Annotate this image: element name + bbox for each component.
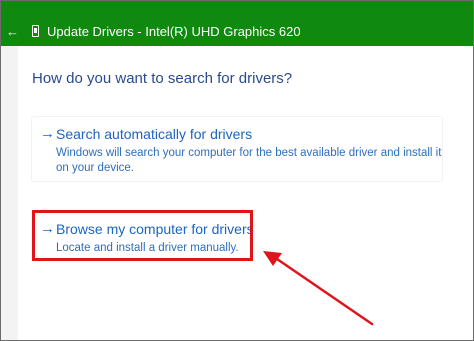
annotation-arrow-icon [263, 251, 374, 326]
update-drivers-window: ← Update Drivers - Intel(R) UHD Graphics… [0, 0, 474, 341]
